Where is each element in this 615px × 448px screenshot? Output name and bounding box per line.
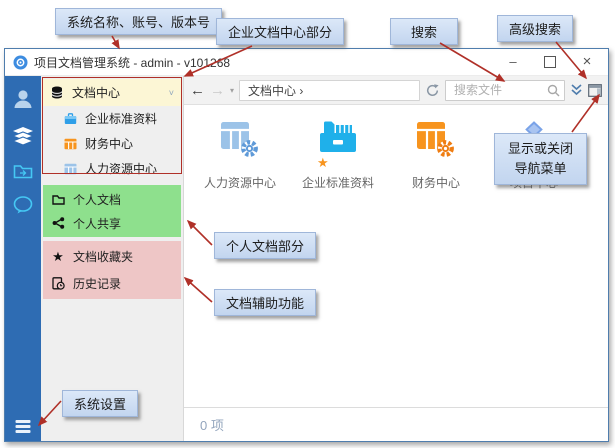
callout-aux-section: 文档辅助功能	[214, 289, 316, 316]
window-title: 项目文档管理系统 - admin - v101268	[34, 54, 230, 71]
nav-item-enterprise-standard[interactable]: 企业标准资料	[41, 106, 183, 131]
nav-item-label: 个人文档	[73, 191, 121, 208]
search-box	[445, 80, 565, 101]
sidebar-icon-strip	[5, 76, 41, 441]
tile-hr-center[interactable]: 人力资源中心	[198, 113, 282, 191]
nav-item-history[interactable]: 历史记录	[43, 270, 181, 297]
nav-item-label: 财务中心	[85, 135, 133, 152]
history-icon	[51, 277, 65, 290]
maximize-button[interactable]	[544, 56, 556, 68]
callout-system-title: 系统名称、账号、版本号	[55, 8, 222, 35]
app-icon	[13, 55, 28, 70]
tile-label: 企业标准资料	[302, 174, 374, 191]
tile-label: 人力资源中心	[204, 174, 276, 191]
navigation-panel: 文档中心 ˅ 企业标准资料	[41, 76, 183, 441]
user-icon[interactable]	[12, 88, 34, 110]
tile-enterprise-standard[interactable]: ★ 企业标准资料	[296, 113, 380, 191]
item-count: 0 项	[200, 415, 224, 434]
personal-folder-icon	[51, 193, 65, 205]
refresh-icon[interactable]	[425, 83, 440, 98]
search-input[interactable]	[452, 82, 547, 98]
briefcase-icon	[63, 113, 77, 125]
layers-icon[interactable]	[12, 127, 34, 145]
advanced-search-chevrons-icon[interactable]	[570, 84, 583, 96]
callout-search: 搜索	[390, 18, 458, 45]
hr-table-gear-icon	[218, 117, 262, 161]
doc-center-group: 企业标准资料 财务中心	[41, 106, 183, 181]
chat-icon[interactable]	[13, 196, 33, 214]
callout-nav-toggle: 显示或关闭 导航菜单	[494, 133, 587, 185]
nav-item-label: 人力资源中心	[85, 160, 157, 177]
nav-item-label: 文档收藏夹	[73, 248, 133, 265]
database-icon	[50, 86, 64, 99]
share-icon	[51, 217, 65, 229]
chevron-down-icon[interactable]: ˅	[169, 88, 174, 98]
settings-menu-icon[interactable]	[16, 420, 31, 433]
nav-header-label: 文档中心	[72, 84, 120, 101]
callout-enterprise-section: 企业文档中心部分	[216, 18, 344, 45]
finance-grid-icon	[63, 138, 77, 150]
tile-label: 财务中心	[412, 174, 460, 191]
minimize-button[interactable]: –	[504, 53, 522, 71]
nav-item-finance-center[interactable]: 财务中心	[41, 131, 183, 156]
status-bar: 0 项	[184, 407, 608, 441]
callout-settings: 系统设置	[62, 390, 138, 417]
star-badge-icon: ★	[317, 156, 329, 169]
toolbar: ← → ▾ 文档中心 ›	[184, 76, 608, 105]
folder-icon[interactable]	[13, 162, 33, 179]
nav-header-doc-center[interactable]: 文档中心 ˅	[43, 79, 181, 106]
history-dropdown-caret[interactable]: ▾	[230, 86, 234, 95]
nav-item-label: 企业标准资料	[85, 110, 157, 127]
nav-item-personal-share[interactable]: 个人共享	[43, 211, 181, 235]
forward-button[interactable]: →	[210, 82, 225, 99]
breadcrumb[interactable]: 文档中心 ›	[239, 80, 420, 101]
nav-item-hr-center[interactable]: 人力资源中心	[41, 156, 183, 181]
nav-item-label: 历史记录	[73, 275, 121, 292]
personal-group: 个人文档 个人共享	[43, 185, 181, 237]
callout-personal-section: 个人文档部分	[214, 232, 316, 259]
back-button[interactable]: ←	[190, 82, 205, 99]
callout-nav-toggle-line2: 导航菜单	[508, 159, 573, 179]
close-button[interactable]: ×	[578, 53, 596, 71]
nav-item-personal-docs[interactable]: 个人文档	[43, 187, 181, 211]
finance-table-gear-icon	[414, 117, 458, 161]
nav-panel-toggle-icon[interactable]	[588, 84, 602, 97]
title-bar: 项目文档管理系统 - admin - v101268 – ×	[5, 49, 608, 76]
aux-group: ★ 文档收藏夹 历史记录	[43, 241, 181, 299]
callout-nav-toggle-line1: 显示或关闭	[508, 139, 573, 159]
callout-advanced-search: 高级搜索	[497, 15, 573, 42]
star-icon: ★	[51, 250, 65, 263]
hr-grid-icon	[63, 163, 77, 175]
nav-item-favorites[interactable]: ★ 文档收藏夹	[43, 243, 181, 270]
search-icon	[547, 84, 560, 97]
nav-item-label: 个人共享	[73, 215, 121, 232]
tile-finance-center[interactable]: 财务中心	[394, 113, 478, 191]
